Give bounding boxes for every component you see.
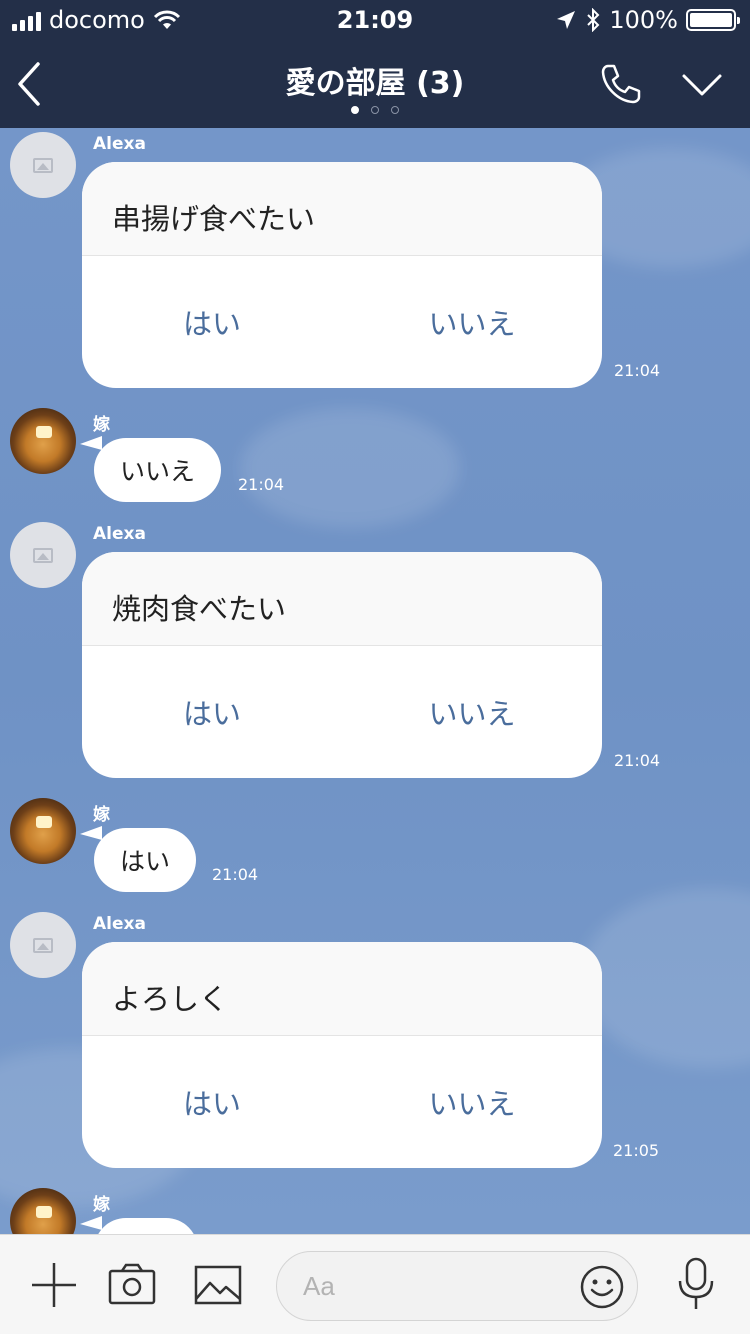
camera-icon[interactable] bbox=[108, 1261, 156, 1309]
question-text: 焼肉食べたい bbox=[82, 552, 602, 646]
message-time: 21:04 bbox=[238, 475, 285, 494]
avatar[interactable] bbox=[10, 798, 76, 864]
sender-name: 嫁 bbox=[93, 415, 110, 435]
message-time: 21:04 bbox=[614, 751, 661, 770]
chevron-down-icon[interactable] bbox=[680, 68, 724, 100]
sender-name: 嫁 bbox=[93, 1195, 110, 1215]
question-text: よろしく bbox=[82, 942, 602, 1036]
location-arrow-icon bbox=[557, 11, 576, 29]
avatar[interactable] bbox=[10, 408, 76, 474]
microphone-icon[interactable] bbox=[672, 1257, 720, 1311]
message-bubble[interactable]: いいえ bbox=[94, 438, 222, 502]
background-cloud bbox=[580, 888, 750, 1068]
bluetooth-icon bbox=[587, 8, 600, 32]
background-cloud bbox=[240, 408, 460, 528]
no-button[interactable]: いいえ bbox=[342, 691, 602, 733]
question-card: 焼肉食べたい はい いいえ bbox=[82, 552, 602, 778]
battery-icon bbox=[686, 9, 740, 31]
battery-percent: 100% bbox=[609, 6, 678, 34]
nav-bar: 愛の部屋 (3) bbox=[0, 40, 750, 128]
question-text: 串揚げ食べたい bbox=[82, 162, 602, 256]
yes-button[interactable]: はい bbox=[82, 1081, 342, 1123]
message-text: いいえ bbox=[120, 457, 196, 486]
message-time: 21:04 bbox=[614, 361, 661, 380]
page-dot bbox=[351, 106, 359, 114]
header: docomo 21:09 100% 愛の部屋 (3) bbox=[0, 0, 750, 128]
page-dot bbox=[371, 106, 379, 114]
avatar[interactable] bbox=[10, 132, 76, 198]
question-card: 串揚げ食べたい はい いいえ bbox=[82, 162, 602, 388]
message-time: 21:04 bbox=[212, 865, 259, 884]
phone-icon[interactable] bbox=[596, 60, 644, 108]
sender-name: Alexa bbox=[93, 134, 146, 154]
message-text: はい bbox=[120, 847, 171, 876]
avatar[interactable] bbox=[10, 912, 76, 978]
message-input[interactable] bbox=[303, 1252, 583, 1320]
no-button[interactable]: いいえ bbox=[342, 1081, 602, 1123]
plus-icon[interactable] bbox=[30, 1261, 78, 1309]
sender-name: Alexa bbox=[93, 524, 146, 544]
message-input-wrapper bbox=[276, 1251, 638, 1321]
image-placeholder-icon bbox=[33, 937, 53, 953]
no-button[interactable]: いいえ bbox=[342, 301, 602, 343]
image-placeholder-icon bbox=[33, 157, 53, 173]
status-right: 100% bbox=[555, 6, 740, 34]
emoji-icon[interactable] bbox=[579, 1264, 625, 1310]
composer-bar bbox=[0, 1234, 750, 1334]
sender-name: Alexa bbox=[93, 914, 146, 934]
message-bubble[interactable]: はい bbox=[94, 828, 197, 892]
chat-area[interactable]: Alexa 串揚げ食べたい はい いいえ 21:04 嫁 いいえ 21:04 A… bbox=[0, 128, 750, 1234]
message-time: 21:05 bbox=[613, 1141, 660, 1160]
sender-name: 嫁 bbox=[93, 805, 110, 825]
question-card: よろしく はい いいえ bbox=[82, 942, 602, 1168]
image-icon[interactable] bbox=[194, 1261, 242, 1309]
yes-button[interactable]: はい bbox=[82, 691, 342, 733]
image-placeholder-icon bbox=[33, 547, 53, 563]
page-dot bbox=[391, 106, 399, 114]
message-bubble[interactable] bbox=[94, 1218, 198, 1234]
avatar[interactable] bbox=[10, 522, 76, 588]
yes-button[interactable]: はい bbox=[82, 301, 342, 343]
status-bar: docomo 21:09 100% bbox=[0, 0, 750, 40]
